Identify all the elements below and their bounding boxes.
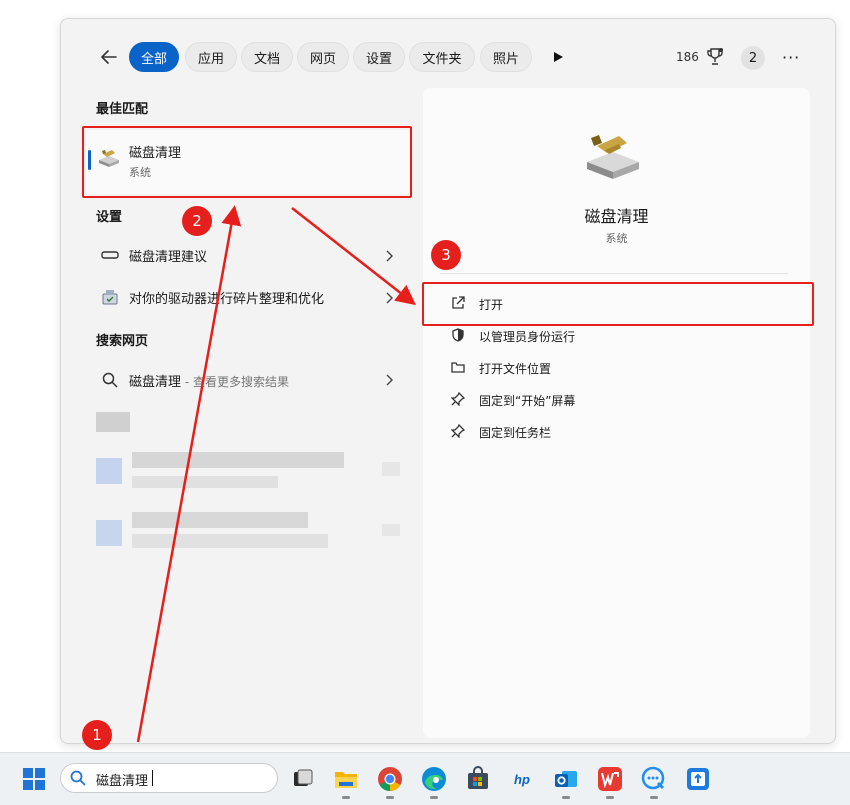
action-pin-to-taskbar[interactable]: 固定到任务栏 bbox=[479, 424, 551, 441]
taskbar-search-input[interactable] bbox=[60, 763, 278, 793]
hp-icon[interactable]: hp bbox=[509, 766, 535, 792]
pin-icon bbox=[451, 424, 465, 438]
action-open-file-location[interactable]: 打开文件位置 bbox=[479, 360, 551, 377]
action-run-as-admin[interactable]: 以管理员身份运行 bbox=[479, 328, 575, 345]
profile-badge[interactable]: 2 bbox=[741, 46, 765, 70]
chevron-right-icon bbox=[386, 250, 393, 262]
running-indicator bbox=[650, 796, 658, 799]
tab-settings[interactable]: 设置 bbox=[353, 42, 405, 72]
wps-icon[interactable] bbox=[597, 766, 623, 792]
annotation-box-best-match bbox=[82, 126, 412, 198]
rewards-points: 186 bbox=[676, 50, 699, 64]
storage-icon bbox=[101, 251, 119, 259]
back-arrow-icon[interactable] bbox=[98, 46, 120, 68]
store-icon[interactable] bbox=[465, 766, 491, 792]
text-cursor bbox=[152, 770, 153, 786]
chat-icon[interactable] bbox=[641, 766, 667, 792]
svg-text:hp: hp bbox=[514, 772, 530, 787]
outlook-icon[interactable] bbox=[553, 766, 579, 792]
edge-icon[interactable] bbox=[421, 766, 447, 792]
defrag-icon bbox=[102, 290, 118, 305]
running-indicator bbox=[430, 796, 438, 799]
chrome-icon[interactable] bbox=[377, 766, 403, 792]
tab-folders[interactable]: 文件夹 bbox=[409, 42, 475, 72]
tab-all[interactable]: 全部 bbox=[129, 42, 179, 72]
search-icon bbox=[102, 372, 118, 388]
detail-subtitle: 系统 bbox=[605, 232, 628, 245]
settings-item-label: 磁盘清理建议 bbox=[129, 250, 208, 265]
settings-heading: 设置 bbox=[96, 210, 123, 225]
folder-icon bbox=[451, 362, 465, 373]
divider bbox=[440, 273, 788, 274]
trophy-icon[interactable] bbox=[706, 47, 724, 67]
shield-icon bbox=[452, 328, 464, 342]
chevron-right-icon bbox=[386, 374, 393, 386]
task-view-icon[interactable] bbox=[290, 766, 316, 792]
running-indicator bbox=[342, 796, 350, 799]
tab-apps[interactable]: 应用 bbox=[185, 42, 237, 72]
web-search-label: 磁盘清理 - 查看更多搜索结果 bbox=[129, 371, 289, 390]
app-icon[interactable] bbox=[685, 766, 711, 792]
more-tabs-arrow-icon[interactable] bbox=[552, 51, 564, 63]
detail-pane bbox=[423, 88, 810, 738]
disk-cleanup-large-icon bbox=[587, 135, 639, 179]
more-options-button[interactable]: ··· bbox=[782, 48, 800, 67]
annotation-number-3: 3 bbox=[431, 240, 461, 270]
web-search-query: 磁盘清理 bbox=[129, 375, 182, 390]
web-search-heading: 搜索网页 bbox=[96, 334, 149, 349]
tab-documents[interactable]: 文档 bbox=[241, 42, 293, 72]
annotation-box-open bbox=[422, 282, 814, 326]
best-match-heading: 最佳匹配 bbox=[96, 102, 149, 117]
search-icon bbox=[70, 770, 86, 786]
running-indicator bbox=[386, 796, 394, 799]
web-search-suffix: - 查看更多搜索结果 bbox=[181, 375, 289, 389]
file-explorer-icon[interactable] bbox=[333, 766, 359, 792]
annotation-number-1: 1 bbox=[82, 720, 112, 750]
running-indicator bbox=[562, 796, 570, 799]
taskbar-search-value: 磁盘清理 bbox=[96, 774, 149, 789]
pin-icon bbox=[451, 392, 465, 406]
running-indicator bbox=[606, 796, 614, 799]
settings-item-label: 对你的驱动器进行碎片整理和优化 bbox=[129, 292, 325, 307]
annotation-number-2: 2 bbox=[182, 206, 212, 236]
tab-web[interactable]: 网页 bbox=[297, 42, 349, 72]
action-pin-to-start[interactable]: 固定到“开始”屏幕 bbox=[479, 392, 575, 409]
chevron-right-icon bbox=[386, 292, 393, 304]
detail-title: 磁盘清理 bbox=[584, 207, 649, 226]
tab-photos[interactable]: 照片 bbox=[480, 42, 532, 72]
start-windows-icon[interactable] bbox=[22, 767, 46, 791]
